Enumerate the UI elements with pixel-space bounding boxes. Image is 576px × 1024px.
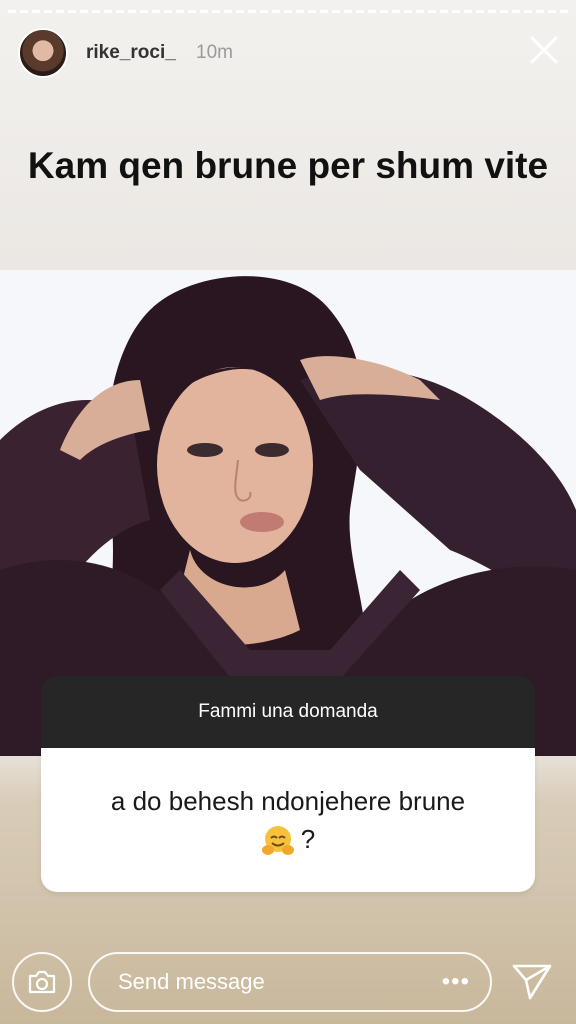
camera-icon [28, 970, 56, 994]
send-button[interactable] [508, 960, 556, 1004]
answer-text: a do behesh ndonjehere brune [110, 785, 466, 816]
question-sticker-header: Fammi una domanda [41, 676, 535, 748]
username[interactable]: rike_roci_ [86, 42, 176, 64]
story-timestamp: 10m [196, 42, 233, 63]
answer-text-block: a do behesh ndonjehere brune ? [78, 782, 498, 858]
answer-suffix: ? [300, 823, 316, 854]
camera-button[interactable] [12, 952, 72, 1012]
story-view: rike_roci_ 10m Kam qen brune per shum vi… [0, 0, 576, 1024]
avatar[interactable] [18, 28, 68, 78]
close-icon [530, 36, 558, 64]
close-button[interactable] [526, 32, 562, 68]
question-prompt: Fammi una domanda [198, 701, 378, 722]
story-progress-bar [8, 10, 568, 13]
send-message-input[interactable]: Send message ••• [88, 952, 492, 1012]
story-header: rike_roci_ 10m [0, 22, 576, 86]
message-placeholder: Send message [118, 969, 265, 994]
story-title: Kam qen brune per shum vite [27, 145, 549, 186]
hugging-face-emoji [261, 826, 294, 856]
send-icon [512, 964, 552, 1000]
more-options-button[interactable]: ••• [442, 968, 470, 996]
question-sticker-answer: a do behesh ndonjehere brune ? [41, 748, 535, 892]
